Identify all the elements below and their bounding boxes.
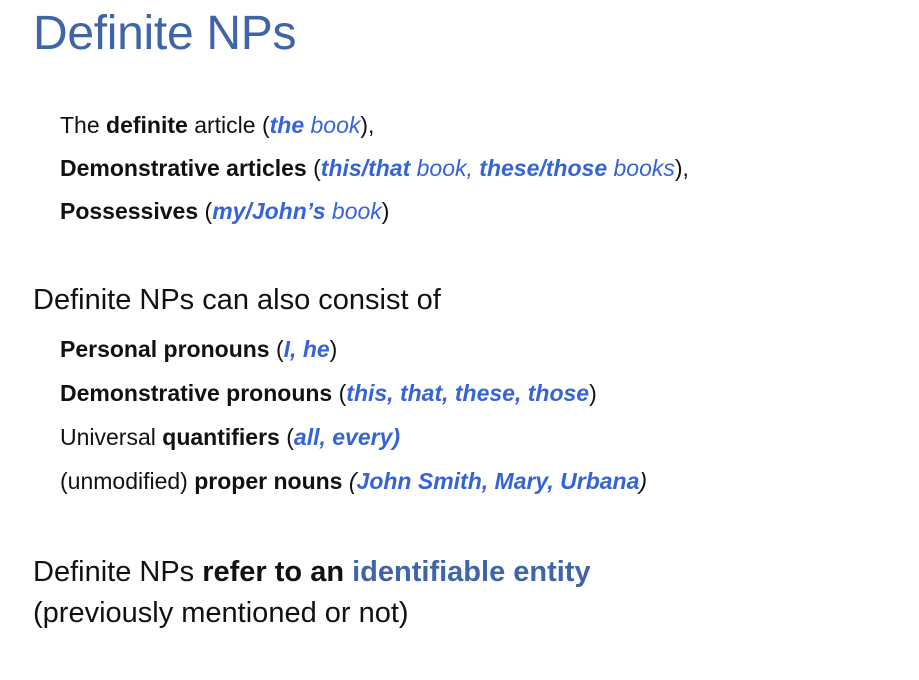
also-consist-heading: Definite NPs can also consist of <box>33 284 441 316</box>
bold-term: Demonstrative pronouns <box>60 380 333 406</box>
text <box>344 556 352 588</box>
bold-term: Possessives <box>60 198 199 224</box>
bold-term: definite <box>106 112 188 138</box>
example: book <box>325 198 382 224</box>
text: Universal <box>60 424 163 450</box>
definite-article-line: The definite article (the book), <box>60 112 374 139</box>
previously-mentioned-line: (previously mentioned or not) <box>33 597 409 629</box>
example-bold: I, he <box>283 336 330 362</box>
example-bold: my/John’s <box>212 198 326 224</box>
text: (unmodified) <box>60 468 195 494</box>
text: ( <box>332 380 347 406</box>
text: ( <box>279 424 294 450</box>
text: ( <box>306 155 321 181</box>
universal-quantifiers-line: Universal quantifiers (all, every) <box>60 424 400 451</box>
example-bold: all, every) <box>293 424 401 450</box>
text: ) <box>589 380 597 406</box>
text: ( <box>348 468 357 494</box>
bold-term: proper nouns <box>194 468 343 494</box>
text: ), <box>360 112 375 138</box>
slide-title: Definite NPs <box>33 7 297 60</box>
text: The <box>60 112 107 138</box>
demonstrative-pronouns-line: Demonstrative pronouns (this, that, thes… <box>60 380 597 407</box>
example-bold: John Smith, Mary, Urbana <box>356 468 640 494</box>
bold-term: quantifiers <box>162 424 280 450</box>
proper-nouns-line: (unmodified) proper nouns (John Smith, M… <box>60 468 647 495</box>
text: ), <box>674 155 689 181</box>
bold-term: Demonstrative articles <box>60 155 307 181</box>
example-bold: this, that, these, those <box>346 380 590 406</box>
text: ( <box>198 198 213 224</box>
bold-term: Personal pronouns <box>60 336 270 362</box>
example: books <box>607 155 675 181</box>
text: ) <box>639 468 648 494</box>
possessives-line: Possessives (my/John’s book) <box>60 198 389 225</box>
text: ( <box>269 336 284 362</box>
example-bold: this/that <box>320 155 411 181</box>
demonstrative-articles-line: Demonstrative articles (this/that book, … <box>60 155 689 182</box>
example: book <box>304 112 361 138</box>
example-bold: these/those <box>479 155 608 181</box>
example: book, <box>410 155 480 181</box>
text: ) <box>329 336 338 362</box>
example-bold: the <box>269 112 305 138</box>
text: article ( <box>187 112 270 138</box>
personal-pronouns-line: Personal pronouns (I, he) <box>60 336 337 363</box>
bold-term: refer to an <box>202 556 345 588</box>
text: Definite NPs <box>33 556 203 588</box>
refer-identifiable-line: Definite NPs refer to an identifiable en… <box>33 556 591 589</box>
text: ) <box>381 198 390 224</box>
highlight-term: identifiable entity <box>352 556 591 588</box>
